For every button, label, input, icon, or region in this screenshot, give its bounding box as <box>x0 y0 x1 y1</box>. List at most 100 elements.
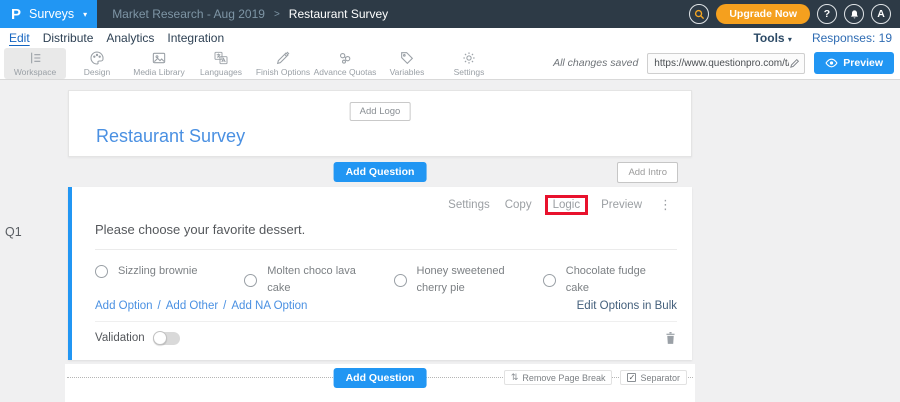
workspace-icon <box>27 50 43 66</box>
tag-icon <box>399 50 415 66</box>
toolbar-item-finish-options[interactable]: Finish Options <box>252 48 314 79</box>
radio-button[interactable] <box>394 274 407 287</box>
breadcrumb-current: Restaurant Survey <box>289 7 388 21</box>
option-row: Chocolate fudge cake <box>543 263 692 297</box>
responses-count-link[interactable]: Responses: 19 <box>812 31 892 45</box>
link-separator: / <box>223 300 226 312</box>
more-options-icon[interactable]: ⋮ <box>659 198 672 211</box>
radio-button[interactable] <box>244 274 257 287</box>
surveys-menu[interactable]: P Surveys ▾ <box>0 0 97 28</box>
add-option-link[interactable]: Add Option <box>95 300 153 312</box>
tools-menu[interactable]: Tools ▾ <box>753 31 791 45</box>
toolbar-item-languages[interactable]: Languages <box>190 48 252 79</box>
option-label[interactable]: Honey sweetened cherry pie <box>417 263 519 297</box>
palette-icon <box>89 50 105 66</box>
breadcrumb-separator: > <box>274 9 280 20</box>
checkbox-checked-icon: ✓ <box>627 373 636 382</box>
survey-url-box <box>647 53 805 74</box>
nav-tab-edit[interactable]: Edit <box>9 31 30 45</box>
option-label[interactable]: Molten choco lava cake <box>267 263 369 297</box>
save-status-text: All changes saved <box>553 57 638 69</box>
add-logo-button[interactable]: Add Logo <box>350 102 411 121</box>
question-text[interactable]: Please choose your favorite dessert. <box>95 222 677 250</box>
edit-options-in-bulk-link[interactable]: Edit Options in Bulk <box>577 300 677 312</box>
answer-options: Sizzling brownie Molten choco lava cake … <box>95 263 692 297</box>
option-row: Molten choco lava cake <box>244 263 393 297</box>
eye-icon <box>825 58 838 68</box>
option-links-row: Add Option / Add Other / Add NA Option E… <box>95 300 677 312</box>
survey-canvas: Q1 Add Logo Restaurant Survey Add Questi… <box>0 80 900 402</box>
questionpro-logo-icon: P <box>11 7 21 22</box>
top-bar: P Surveys ▾ Market Research - Aug 2019 >… <box>0 0 900 28</box>
toolbar-item-design[interactable]: Design <box>66 48 128 79</box>
radio-button[interactable] <box>543 274 556 287</box>
product-menu-label: Surveys <box>29 7 74 21</box>
search-icon <box>694 9 705 20</box>
delete-question-button[interactable] <box>664 331 677 345</box>
option-label[interactable]: Chocolate fudge cake <box>566 263 668 297</box>
add-question-button-top[interactable]: Add Question <box>334 162 427 182</box>
page-break-section: Add Question ⇅ Remove Page Break ✓ Separ… <box>65 364 695 402</box>
tools-label: Tools <box>753 31 784 45</box>
option-row: Honey sweetened cherry pie <box>394 263 543 297</box>
search-button[interactable] <box>689 4 709 24</box>
add-na-option-link[interactable]: Add NA Option <box>231 300 307 312</box>
breadcrumb: Market Research - Aug 2019 > Restaurant … <box>112 7 388 21</box>
edit-toolbar: Workspace Design Media Library Languages… <box>0 47 900 80</box>
page-break-controls: ⇅ Remove Page Break ✓ Separator <box>504 370 687 385</box>
breadcrumb-parent[interactable]: Market Research - Aug 2019 <box>112 7 265 21</box>
help-button[interactable]: ? <box>817 4 837 24</box>
separator-toggle[interactable]: ✓ Separator <box>620 370 687 385</box>
add-option-links: Add Option / Add Other / Add NA Option <box>95 300 307 312</box>
toolbar-item-variables[interactable]: Variables <box>376 48 438 79</box>
pen-icon <box>275 50 291 66</box>
nav-tab-distribute[interactable]: Distribute <box>43 31 94 45</box>
quota-links-icon <box>337 50 353 66</box>
page-break-icon: ⇅ <box>511 372 519 383</box>
radio-button[interactable] <box>95 265 108 278</box>
avatar-initial: A <box>877 8 885 20</box>
survey-title[interactable]: Restaurant Survey <box>96 126 245 147</box>
question-copy-link[interactable]: Copy <box>505 199 532 211</box>
bell-icon <box>849 9 860 20</box>
question-controls: Settings Copy Logic Preview ⋮ <box>72 187 692 211</box>
insert-row: Add Question Add Intro <box>68 157 692 187</box>
survey-header-card: Add Logo Restaurant Survey <box>68 90 692 157</box>
add-intro-button[interactable]: Add Intro <box>617 162 678 183</box>
add-other-link[interactable]: Add Other <box>166 300 218 312</box>
option-row: Sizzling brownie <box>95 263 244 297</box>
toolbar-item-workspace[interactable]: Workspace <box>4 48 66 79</box>
toggle-knob <box>153 331 167 345</box>
image-icon <box>151 50 167 66</box>
translate-icon <box>213 50 229 66</box>
toolbar-item-settings[interactable]: Settings <box>438 48 500 79</box>
topbar-actions: Upgrade Now ? A <box>689 4 900 24</box>
validation-label: Validation <box>95 332 145 344</box>
nav-right: Tools ▾ Responses: 19 <box>753 31 892 45</box>
link-separator: / <box>158 300 161 312</box>
chevron-down-icon: ▾ <box>788 35 792 44</box>
add-question-button-bottom[interactable]: Add Question <box>334 368 427 388</box>
question-settings-link[interactable]: Settings <box>448 199 490 211</box>
nav-tab-analytics[interactable]: Analytics <box>106 31 154 45</box>
edit-url-pencil-icon[interactable] <box>789 58 800 69</box>
chevron-down-icon: ▾ <box>83 10 87 19</box>
preview-button[interactable]: Preview <box>814 52 894 74</box>
option-label[interactable]: Sizzling brownie <box>118 263 197 280</box>
upgrade-now-button[interactable]: Upgrade Now <box>716 4 810 24</box>
validation-toggle[interactable] <box>153 332 180 345</box>
question-number-label: Q1 <box>5 225 22 239</box>
question-mark-icon: ? <box>824 8 830 20</box>
toolbar-item-media-library[interactable]: Media Library <box>128 48 190 79</box>
toolbar-item-advance-quotas[interactable]: Advance Quotas <box>314 48 376 79</box>
survey-url-input[interactable] <box>654 58 789 69</box>
account-avatar[interactable]: A <box>871 4 891 24</box>
question-preview-link[interactable]: Preview <box>601 199 642 211</box>
remove-page-break-button[interactable]: ⇅ Remove Page Break <box>504 370 613 385</box>
toolbar-right: All changes saved Preview <box>553 52 894 74</box>
nav-tab-integration[interactable]: Integration <box>167 31 224 45</box>
notifications-button[interactable] <box>844 4 864 24</box>
question-logic-link[interactable]: Logic <box>545 195 589 215</box>
question-card: Settings Copy Logic Preview ⋮ Please cho… <box>68 187 692 360</box>
gear-icon <box>461 50 477 66</box>
